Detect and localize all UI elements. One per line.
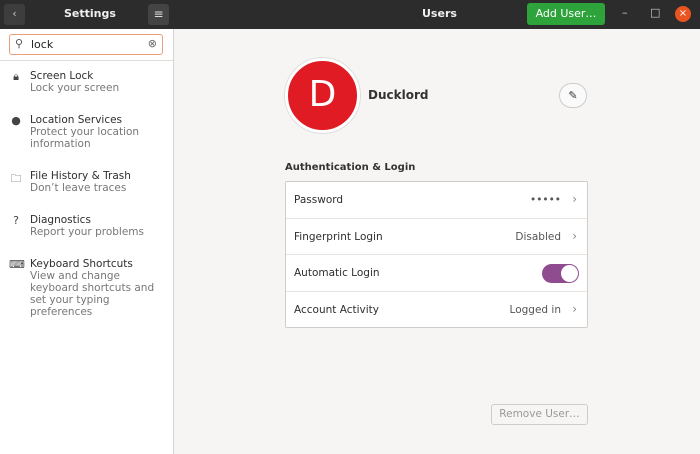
item-subtitle: Report your problems xyxy=(30,226,145,238)
search-value: lock xyxy=(31,38,54,51)
user-name: Ducklord xyxy=(368,88,429,102)
item-subtitle: Lock your screen xyxy=(30,82,120,94)
help-icon: ? xyxy=(13,214,19,227)
password-row[interactable]: Password ••••• › xyxy=(286,182,587,219)
add-user-button[interactable]: Add User… xyxy=(527,3,605,25)
fingerprint-row[interactable]: Fingerprint Login Disabled › xyxy=(286,219,587,255)
row-value: Disabled xyxy=(515,230,561,243)
item-subtitle: View and change keyboard shortcuts and s… xyxy=(30,270,155,318)
item-title: Screen Lock xyxy=(30,70,94,82)
back-button[interactable]: ‹ xyxy=(4,4,25,25)
menu-button[interactable]: ≡ xyxy=(148,4,169,25)
item-subtitle: Protect your location information xyxy=(30,126,140,150)
automatic-login-row: Automatic Login xyxy=(286,255,587,292)
row-value: Logged in xyxy=(509,303,561,316)
sidebar-title: Settings xyxy=(64,7,116,20)
minimize-button[interactable]: – xyxy=(622,6,628,19)
pencil-icon: ✎ xyxy=(568,89,578,102)
chevron-right-icon: › xyxy=(572,228,577,243)
back-icon: ‹ xyxy=(12,8,17,20)
row-label: Password xyxy=(294,194,344,206)
search-input[interactable]: ⚲ lock ⊗ xyxy=(9,34,163,55)
folder-icon: 🗀 xyxy=(10,172,22,185)
automatic-login-toggle[interactable] xyxy=(542,264,579,283)
remove-user-button[interactable]: Remove User… xyxy=(491,404,588,425)
account-activity-row[interactable]: Account Activity Logged in › xyxy=(286,292,587,329)
clear-icon[interactable]: ⊗ xyxy=(148,37,157,50)
lock-icon: 🔒︎ xyxy=(13,70,19,83)
chevron-right-icon: › xyxy=(572,301,577,316)
item-title: Diagnostics xyxy=(30,214,91,226)
maximize-button[interactable]: □ xyxy=(650,6,660,19)
section-heading: Authentication & Login xyxy=(285,162,416,173)
item-title: File History & Trash xyxy=(30,170,131,182)
auth-list: Password ••••• › Fingerprint Login Disab… xyxy=(285,181,588,328)
header-bar: ‹ Settings ≡ Users Add User… – □ × xyxy=(0,0,700,29)
chevron-right-icon: › xyxy=(572,192,577,206)
divider xyxy=(0,60,173,61)
location-pin-icon: ● xyxy=(11,114,21,127)
close-button[interactable]: × xyxy=(675,6,691,22)
avatar[interactable]: D xyxy=(285,58,360,133)
row-label: Account Activity xyxy=(294,303,379,316)
toggle-knob xyxy=(561,265,578,282)
row-label: Automatic Login xyxy=(294,267,380,279)
keyboard-icon: ⌨ xyxy=(9,258,25,271)
item-subtitle: Don’t leave traces xyxy=(30,182,127,194)
hamburger-icon: ≡ xyxy=(153,7,164,21)
page-title: Users xyxy=(422,7,457,20)
item-title: Keyboard Shortcuts xyxy=(30,258,133,270)
edit-name-button[interactable]: ✎ xyxy=(559,83,587,108)
row-label: Fingerprint Login xyxy=(294,230,383,243)
search-icon: ⚲ xyxy=(15,37,24,50)
item-title: Location Services xyxy=(30,114,123,126)
row-value: ••••• xyxy=(530,194,561,206)
sidebar: ⚲ lock ⊗ 🔒︎ Screen Lock Lock your screen… xyxy=(0,29,174,454)
